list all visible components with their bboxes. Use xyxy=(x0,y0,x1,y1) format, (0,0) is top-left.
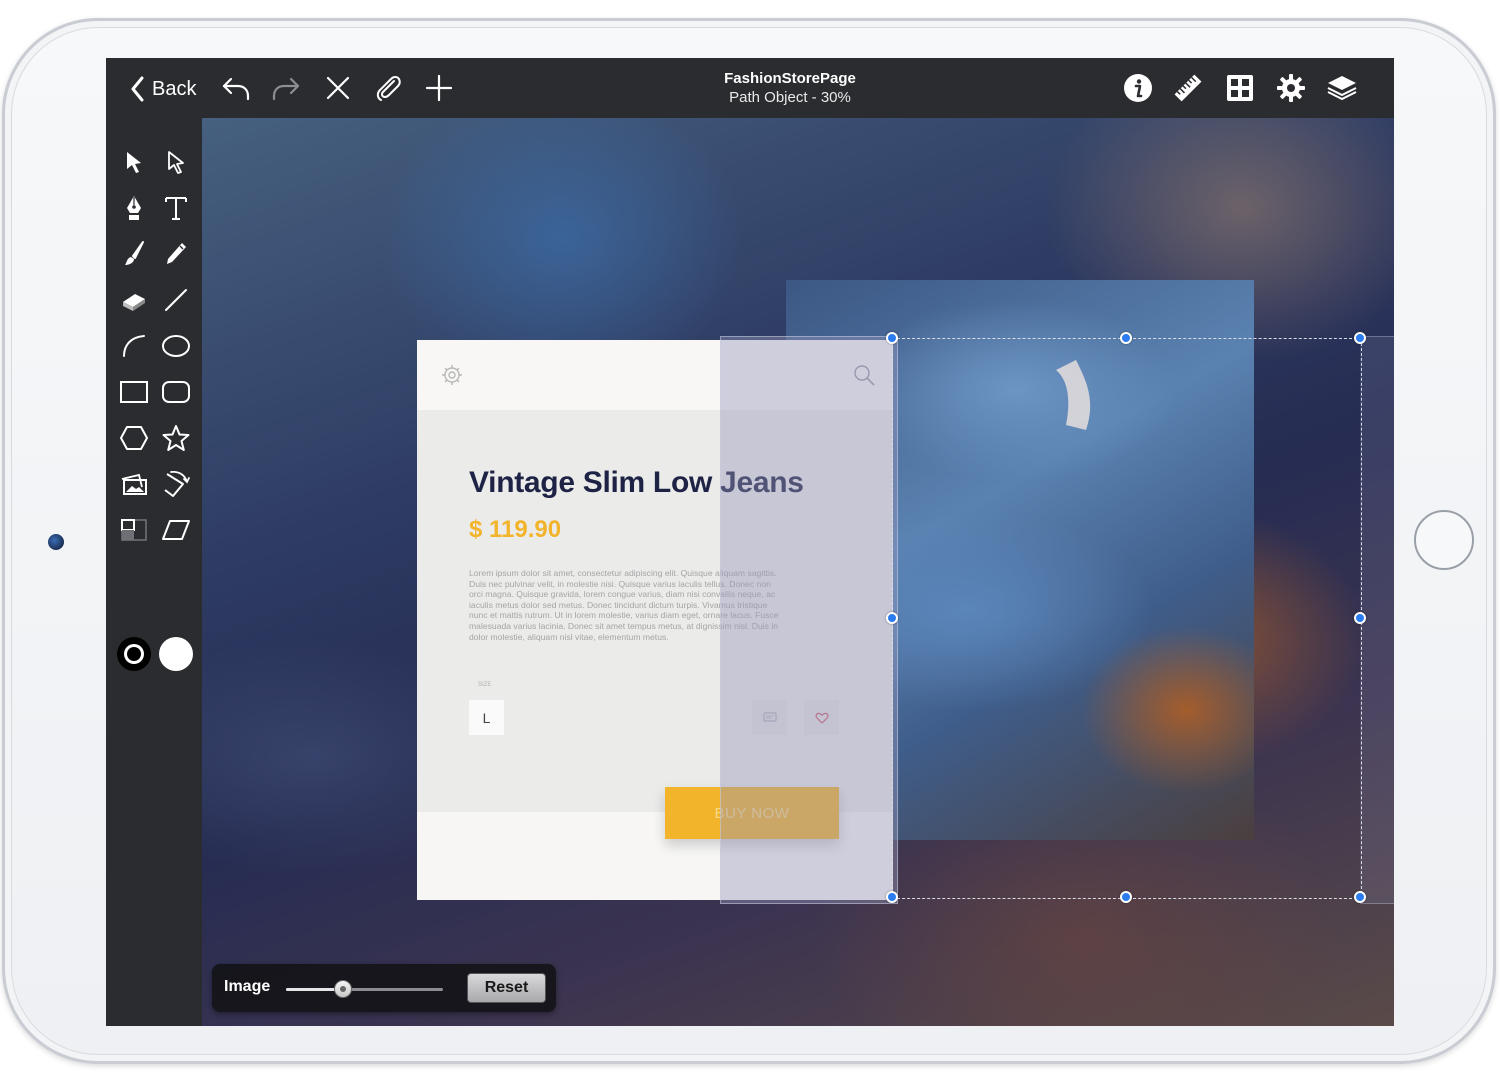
image-frame-tool-icon[interactable] xyxy=(116,466,152,502)
top-toolbar: Back FashionStorePage Path Object - 30% xyxy=(106,58,1394,118)
document-title: FashionStorePage xyxy=(724,70,856,87)
resize-handle-left[interactable] xyxy=(886,612,898,624)
resize-handle-bottom-right[interactable] xyxy=(1354,891,1366,903)
resize-handle-top-left[interactable] xyxy=(886,332,898,344)
stroke-color-swatch[interactable] xyxy=(116,636,152,672)
pen-tool-icon[interactable] xyxy=(116,190,152,226)
eraser-tool-icon[interactable] xyxy=(116,282,152,318)
size-label: SIZE xyxy=(478,682,492,688)
add-icon[interactable] xyxy=(423,72,455,104)
grid-icon[interactable] xyxy=(1224,72,1256,104)
direct-select-arrow-icon[interactable] xyxy=(158,144,194,180)
hexagon-tool-icon[interactable] xyxy=(116,420,152,456)
back-label: Back xyxy=(152,77,197,100)
fill-color-swatch[interactable] xyxy=(158,636,194,672)
chevron-left-icon xyxy=(131,76,144,102)
resize-handle-bottom[interactable] xyxy=(1120,891,1132,903)
ellipse-tool-icon[interactable] xyxy=(158,328,194,364)
close-icon[interactable] xyxy=(322,72,354,104)
ruler-icon[interactable] xyxy=(1172,72,1204,104)
transform-tool-icon[interactable] xyxy=(158,466,194,502)
resize-handle-bottom-left[interactable] xyxy=(886,891,898,903)
product-price: $ 119.90 xyxy=(469,516,562,543)
selection-bounding-box[interactable] xyxy=(892,338,1362,899)
rectangle-tool-icon[interactable] xyxy=(116,374,152,410)
app-screen: Back FashionStorePage Path Object - 30% xyxy=(106,58,1394,1026)
reset-button[interactable]: Reset xyxy=(467,973,546,1003)
star-tool-icon[interactable] xyxy=(158,420,194,456)
image-adjust-panel: Image Reset xyxy=(212,964,556,1012)
size-selector: L xyxy=(469,700,504,735)
info-icon[interactable] xyxy=(1122,72,1154,104)
document-subtitle: Path Object - 30% xyxy=(729,89,851,106)
rounded-rectangle-tool-icon[interactable] xyxy=(158,374,194,410)
gear-icon[interactable] xyxy=(1275,72,1307,104)
settings-icon xyxy=(441,364,463,386)
layers-icon[interactable] xyxy=(1326,72,1358,104)
brush-tool-icon[interactable] xyxy=(116,236,152,272)
front-camera xyxy=(48,534,64,550)
attach-icon[interactable] xyxy=(372,72,404,104)
text-tool-icon[interactable] xyxy=(158,190,194,226)
path-object-overlay[interactable] xyxy=(720,336,898,904)
redo-icon[interactable] xyxy=(270,72,302,104)
back-button[interactable]: Back xyxy=(130,74,196,104)
select-arrow-icon[interactable] xyxy=(116,144,152,180)
image-slider-thumb[interactable] xyxy=(333,980,352,998)
pencil-tool-icon[interactable] xyxy=(158,236,194,272)
document-title-block: FashionStorePage Path Object - 30% xyxy=(650,70,930,106)
arc-tool-icon[interactable] xyxy=(116,328,152,364)
parallelogram-tool-icon[interactable] xyxy=(158,512,194,548)
tools-panel xyxy=(106,118,203,1026)
line-tool-icon[interactable] xyxy=(158,282,194,318)
image-label: Image xyxy=(224,978,271,995)
home-button[interactable] xyxy=(1414,510,1474,570)
resize-handle-top-right[interactable] xyxy=(1354,332,1366,344)
image-slider-track[interactable] xyxy=(286,988,443,991)
crop-tool-icon[interactable] xyxy=(116,512,152,548)
resize-handle-top[interactable] xyxy=(1120,332,1132,344)
resize-handle-right[interactable] xyxy=(1354,612,1366,624)
design-canvas[interactable]: Vintage Slim Low Jeans $ 119.90 Lorem ip… xyxy=(202,118,1394,1026)
undo-icon[interactable] xyxy=(220,72,252,104)
